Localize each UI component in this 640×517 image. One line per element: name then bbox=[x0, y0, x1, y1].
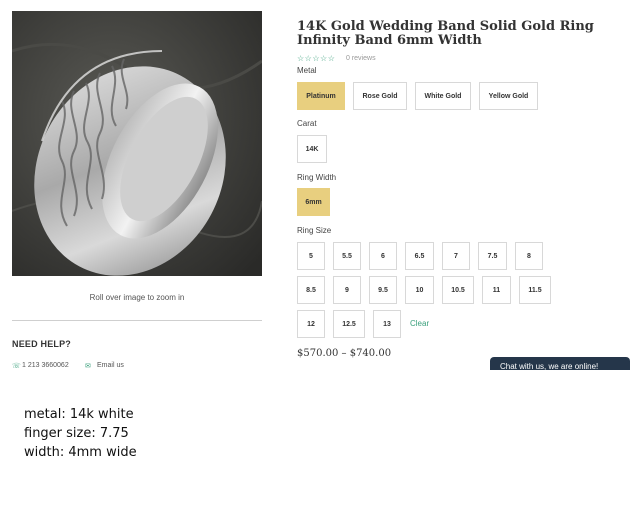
ring-size-option[interactable]: 12 bbox=[297, 310, 325, 338]
metal-option-platinum[interactable]: Platinum bbox=[297, 82, 345, 110]
product-page-screenshot: Roll over image to zoom in NEED HELP? ☏ … bbox=[0, 0, 640, 370]
ring-size-option[interactable]: 13 bbox=[373, 310, 401, 338]
reviews-count[interactable]: 0 reviews bbox=[346, 55, 376, 62]
ring-size-option[interactable]: 12.5 bbox=[333, 310, 365, 338]
ring-size-option[interactable]: 5.5 bbox=[333, 242, 361, 270]
ring-size-option[interactable]: 8.5 bbox=[297, 276, 325, 304]
note-metal: metal: 14k white bbox=[24, 407, 134, 422]
ring-size-option[interactable]: 10.5 bbox=[442, 276, 474, 304]
ring-size-option[interactable]: 8 bbox=[515, 242, 543, 270]
email-link[interactable]: Email us bbox=[97, 362, 124, 369]
ring-size-option[interactable]: 11 bbox=[482, 276, 511, 304]
ring-size-option[interactable]: 5 bbox=[297, 242, 325, 270]
metal-option-yellow-gold[interactable]: Yellow Gold bbox=[479, 82, 538, 110]
ring-size-option[interactable]: 7.5 bbox=[478, 242, 507, 270]
ring-size-option[interactable]: 9 bbox=[333, 276, 361, 304]
ring-size-option[interactable]: 7 bbox=[442, 242, 470, 270]
ring-size-option[interactable]: 6.5 bbox=[405, 242, 434, 270]
chat-widget-button[interactable]: Chat with us, we are online! bbox=[490, 357, 630, 370]
ring-size-option[interactable]: 6 bbox=[369, 242, 397, 270]
ring-size-option[interactable]: 11.5 bbox=[519, 276, 551, 304]
metal-option-white-gold[interactable]: White Gold bbox=[415, 82, 471, 110]
divider bbox=[12, 320, 262, 321]
contact-row: ☏ 1 213 3660062 ✉ Email us bbox=[12, 361, 262, 370]
ring-size-option[interactable]: 10 bbox=[405, 276, 434, 304]
note-finger-size: finger size: 7.75 bbox=[24, 426, 129, 441]
note-width: width: 4mm wide bbox=[24, 445, 137, 460]
product-image[interactable] bbox=[12, 11, 262, 276]
clear-selection-link[interactable]: Clear bbox=[410, 319, 429, 328]
mail-icon: ✉ bbox=[85, 363, 91, 370]
metal-option-rose-gold[interactable]: Rose Gold bbox=[353, 82, 407, 110]
ring-size-label: Ring Size bbox=[297, 226, 332, 235]
metal-label: Metal bbox=[297, 66, 317, 75]
ring-size-option[interactable]: 9.5 bbox=[369, 276, 397, 304]
ring-width-label: Ring Width bbox=[297, 173, 337, 182]
zoom-hint: Roll over image to zoom in bbox=[89, 293, 185, 302]
phone-icon: ☏ bbox=[12, 363, 21, 370]
phone-link[interactable]: 1 213 3660062 bbox=[22, 362, 69, 369]
need-help-heading: NEED HELP? bbox=[12, 339, 72, 349]
carat-label: Carat bbox=[297, 119, 317, 128]
price-range: $570.00 – $740.00 bbox=[297, 348, 392, 359]
carat-option-14k[interactable]: 14K bbox=[297, 135, 327, 163]
ring-width-option-6mm[interactable]: 6mm bbox=[297, 188, 330, 216]
order-notes: metal: 14k white finger size: 7.75 width… bbox=[24, 405, 137, 462]
rating-stars[interactable]: ☆☆☆☆☆ bbox=[297, 54, 335, 63]
product-title: 14K Gold Wedding Band Solid Gold Ring In… bbox=[297, 19, 594, 48]
ring-photo bbox=[12, 11, 262, 276]
